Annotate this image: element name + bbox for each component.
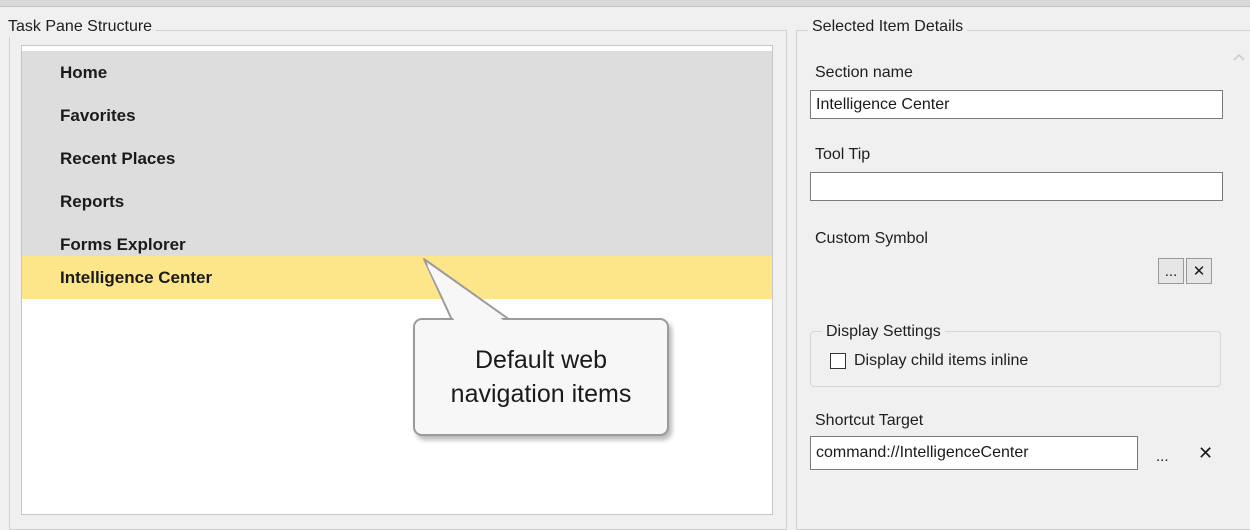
shortcut-target-browse-button[interactable]: ...	[1156, 448, 1169, 465]
custom-symbol-browse-button[interactable]: ...	[1158, 258, 1184, 284]
custom-symbol-clear-button[interactable]: ✕	[1186, 258, 1212, 284]
annotation-callout: Default web navigation items	[413, 318, 669, 436]
shortcut-target-input[interactable]	[810, 436, 1138, 470]
task-pane-structure-title: Task Pane Structure	[4, 17, 157, 37]
tooltip-input[interactable]	[810, 172, 1223, 201]
display-child-inline-checkbox[interactable]	[830, 353, 846, 369]
section-name-label: Section name	[815, 64, 913, 81]
task-pane-list[interactable]: Home Favorites Recent Places Reports For…	[21, 45, 773, 515]
section-name-input[interactable]	[810, 90, 1223, 119]
close-icon: ✕	[1198, 443, 1214, 463]
tooltip-label: Tool Tip	[815, 146, 871, 163]
list-item-recent-places[interactable]: Recent Places	[22, 137, 772, 180]
window-top-edge	[0, 0, 1250, 7]
list-item-favorites[interactable]: Favorites	[22, 94, 772, 137]
callout-line-2: navigation items	[450, 380, 632, 408]
custom-symbol-label: Custom Symbol	[815, 230, 928, 247]
shortcut-target-clear-button[interactable]: ✕	[1198, 443, 1213, 464]
display-child-inline-label: Display child items inline	[854, 352, 1029, 369]
display-settings-label: Display Settings	[822, 322, 945, 342]
selected-item-details-title: Selected Item Details	[808, 17, 968, 37]
callout-line-1: Default web	[474, 346, 608, 374]
list-item-home[interactable]: Home	[22, 51, 772, 94]
list-item-intelligence-center[interactable]: Intelligence Center	[22, 256, 772, 299]
scroll-up-arrow-icon[interactable]	[1232, 52, 1246, 62]
list-item-reports[interactable]: Reports	[22, 180, 772, 223]
close-icon: ✕	[1192, 263, 1206, 280]
shortcut-target-label: Shortcut Target	[815, 412, 924, 429]
